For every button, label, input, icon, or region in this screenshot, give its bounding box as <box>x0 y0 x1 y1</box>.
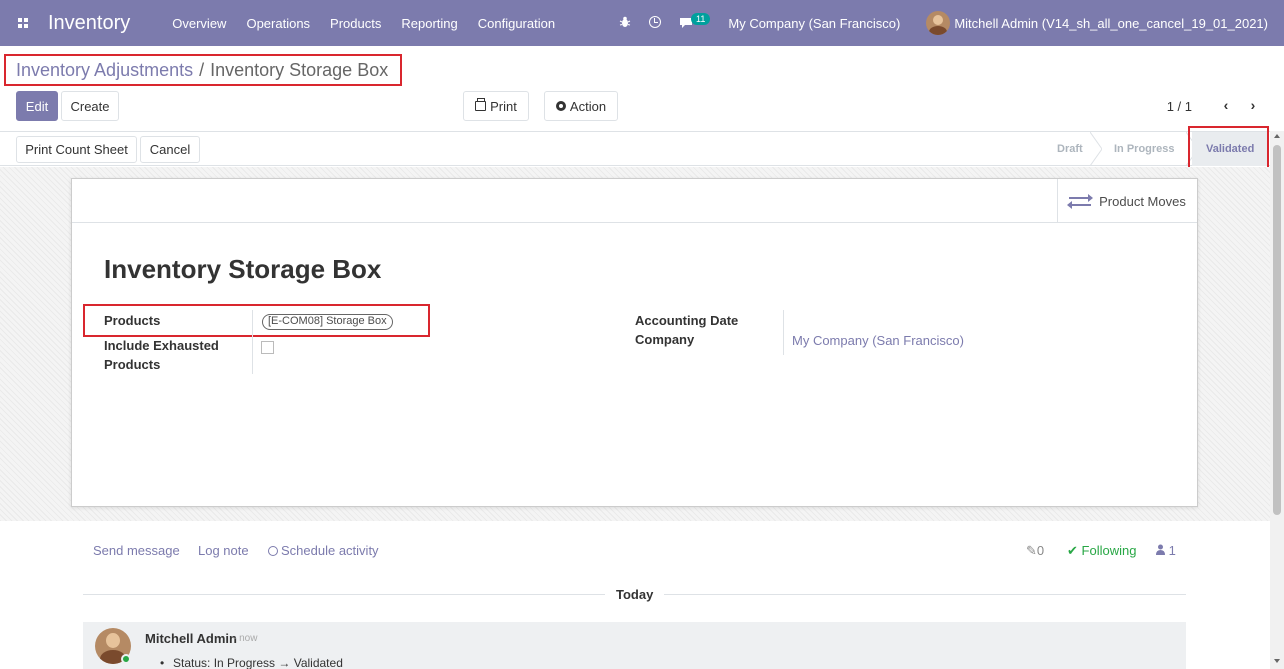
message-author[interactable]: Mitchell Admin <box>145 631 237 646</box>
stage-separator-icon <box>1090 132 1102 166</box>
top-navbar: Inventory Overview Operations Products R… <box>0 0 1284 46</box>
action-label: Action <box>569 98 607 114</box>
navbar-systray: 11 My Company (San Francisco) Mitchell A… <box>619 0 1284 46</box>
product-moves-button[interactable]: Product Moves <box>1057 179 1197 223</box>
form-sheet: Product Moves Inventory Storage Box Prod… <box>71 178 1198 507</box>
scroll-down-arrow-icon[interactable] <box>1274 659 1280 663</box>
product-tag[interactable]: [E-COM08] Storage Box <box>262 314 393 330</box>
paperclip-icon: ✎ <box>1026 543 1037 558</box>
pager-next-button[interactable]: › <box>1243 95 1263 115</box>
include-exhausted-checkbox[interactable] <box>261 341 274 354</box>
app-name[interactable]: Inventory <box>48 12 130 35</box>
user-avatar <box>926 11 951 35</box>
menu-configuration[interactable]: Configuration <box>478 16 555 31</box>
following-button[interactable]: ✔ Following <box>1067 543 1136 559</box>
schedule-activity-button[interactable]: Schedule activity <box>268 543 379 558</box>
activity-clock-icon[interactable] <box>649 15 662 31</box>
menu-operations[interactable]: Operations <box>246 16 310 31</box>
company-label: Company <box>635 332 695 347</box>
print-button[interactable]: Print <box>463 91 529 121</box>
create-button[interactable]: Create <box>61 91 119 121</box>
chatter-message: Mitchell Admin - now Status: In Progress… <box>83 622 1186 669</box>
stage-in-progress[interactable]: In Progress <box>1102 132 1188 166</box>
attachments-count: 0 <box>1036 543 1045 558</box>
record-title: Inventory Storage Box <box>104 254 382 284</box>
messaging-menu[interactable]: 11 <box>679 13 711 29</box>
field-divider <box>783 310 784 355</box>
user-icon <box>1156 544 1165 555</box>
following-label: Following <box>1081 543 1137 558</box>
date-divider-line <box>83 594 605 595</box>
clock-icon <box>268 546 278 556</box>
product-moves-label: Product Moves <box>1099 193 1186 209</box>
breadcrumb: Inventory Adjustments / Inventory Storage … <box>16 60 388 81</box>
user-name: Mitchell Admin (V14_sh_all_one_cancel_19… <box>954 15 1268 31</box>
menu-products[interactable]: Products <box>330 16 381 31</box>
date-divider-label: Today <box>616 587 654 602</box>
tracking-value: Status: In Progress → Validated <box>160 656 343 669</box>
smart-button-box: Product Moves <box>72 179 1197 223</box>
send-message-button[interactable]: Send message <box>93 543 180 558</box>
accounting-date-label: Accounting Date <box>635 313 739 328</box>
pager-previous-button[interactable]: ‹ <box>1216 95 1236 115</box>
breadcrumb-parent[interactable]: Inventory Adjustments <box>16 60 193 80</box>
include-exhausted-label-line2: Products <box>104 357 161 372</box>
validated-highlight <box>1188 126 1269 172</box>
gear-icon <box>555 101 566 111</box>
main-menu: Overview Operations Products Reporting C… <box>172 16 575 31</box>
exchange-icon <box>1067 194 1094 209</box>
products-label: Products <box>104 313 161 328</box>
print-count-sheet-button[interactable]: Print Count Sheet <box>16 136 137 163</box>
scrollbar-thumb[interactable] <box>1273 145 1281 515</box>
company-field[interactable]: My Company (San Francisco) <box>792 333 964 348</box>
company-switcher[interactable]: My Company (San Francisco) <box>728 16 900 31</box>
edit-button[interactable]: Edit <box>16 91 58 121</box>
online-status-icon <box>121 654 131 664</box>
menu-reporting[interactable]: Reporting <box>401 16 457 31</box>
breadcrumb-current: Inventory Storage Box <box>210 60 389 80</box>
chat-count-badge: 11 <box>691 13 711 25</box>
field-divider <box>252 310 253 374</box>
log-note-button[interactable]: Log note <box>198 543 249 558</box>
user-menu[interactable]: Mitchell Admin (V14_sh_all_one_cancel_19… <box>926 11 1268 35</box>
followers-count: 1 <box>1168 543 1176 558</box>
include-exhausted-label: Include Exhausted <box>104 338 219 353</box>
check-icon: ✔ <box>1067 543 1078 558</box>
print-icon <box>475 98 487 111</box>
menu-overview[interactable]: Overview <box>172 16 226 31</box>
schedule-activity-label: Schedule activity <box>281 543 379 558</box>
scroll-up-arrow-icon[interactable] <box>1274 134 1280 138</box>
message-time: - now <box>233 633 258 644</box>
debug-bug-icon[interactable] <box>619 16 631 31</box>
breadcrumb-separator: / <box>199 60 205 80</box>
action-button[interactable]: Action <box>544 91 618 121</box>
print-label: Print <box>490 98 517 114</box>
form-statusbar: Print Count Sheet Cancel Draft In Progre… <box>0 131 1270 166</box>
cancel-button[interactable]: Cancel <box>140 136 200 163</box>
attachments-button[interactable]: ✎0 <box>1026 543 1044 559</box>
date-divider-line <box>664 594 1186 595</box>
stage-draft[interactable]: Draft <box>1043 132 1091 166</box>
apps-menu-icon[interactable] <box>0 0 46 46</box>
pager-value[interactable]: 1 / 1 <box>1167 99 1192 114</box>
followers-button[interactable]: 1 <box>1156 543 1176 558</box>
